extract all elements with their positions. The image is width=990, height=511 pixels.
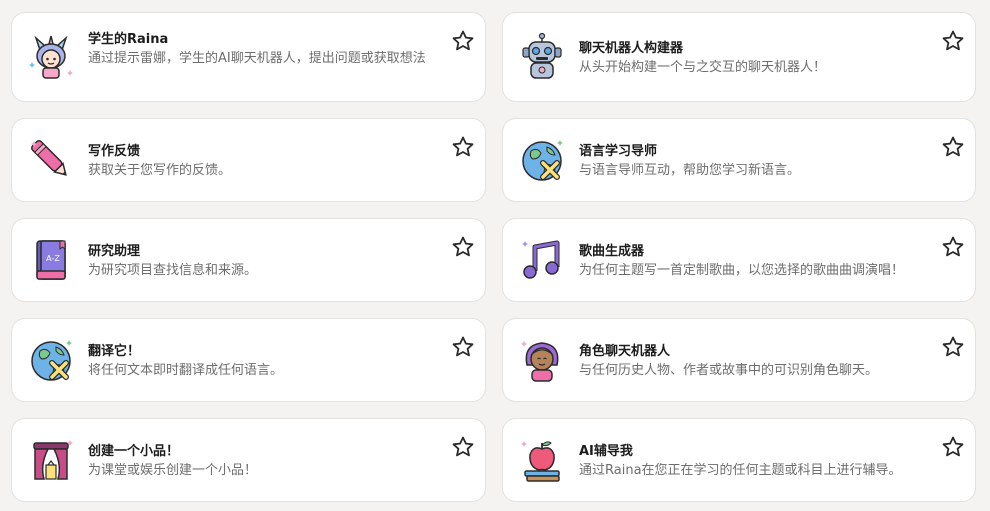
card-title: 创建一个小品！ xyxy=(88,444,180,459)
music-note-icon xyxy=(517,235,567,285)
star-icon[interactable] xyxy=(941,135,965,159)
card-description: 为课堂或娱乐创建一个小品！ xyxy=(88,463,258,478)
star-icon[interactable] xyxy=(941,435,965,459)
card-title: 聊天机器人构建器 xyxy=(579,41,684,56)
pen-icon xyxy=(26,135,76,185)
globe-icon xyxy=(26,335,76,385)
apple-books-icon xyxy=(517,435,567,485)
card-description: 与任何历史人物、作者或故事中的可识别角色聊天。 xyxy=(579,363,879,378)
tool-card-writing-feedback[interactable]: 写作反馈 获取关于您写作的反馈。 xyxy=(11,118,486,202)
tool-card-raina[interactable]: 学生的Raina 通过提示雷娜，学生的AI聊天机器人，提出问题或获取想法 xyxy=(11,12,486,102)
star-icon[interactable] xyxy=(451,435,475,459)
card-description: 通过Raina在您正在学习的任何主题或科目上进行辅导。 xyxy=(579,463,902,478)
star-icon[interactable] xyxy=(451,235,475,259)
star-icon[interactable] xyxy=(451,29,475,53)
theater-curtain-icon xyxy=(26,435,76,485)
star-icon[interactable] xyxy=(451,335,475,359)
unicorn-girl-icon xyxy=(26,32,76,82)
svg-text:A-Z: A-Z xyxy=(46,254,60,263)
card-description: 与语言导师互动，帮助您学习新语言。 xyxy=(579,163,801,178)
tool-card-chatbot-builder[interactable]: 聊天机器人构建器 从头开始构建一个与之交互的聊天机器人！ xyxy=(502,12,976,102)
tool-card-ai-tutor[interactable]: AI辅导我 通过Raina在您正在学习的任何主题或科目上进行辅导。 xyxy=(502,418,976,502)
card-title: 语言学习导师 xyxy=(579,144,658,159)
card-title: 学生的Raina xyxy=(88,32,169,47)
card-title: 研究助理 xyxy=(88,244,141,259)
card-description: 从头开始构建一个与之交互的聊天机器人！ xyxy=(579,60,827,75)
tool-card-character-chatbot[interactable]: 角色聊天机器人 与任何历史人物、作者或故事中的可识别角色聊天。 xyxy=(502,318,976,402)
book-icon: A-Z xyxy=(26,235,76,285)
tool-card-research-assistant[interactable]: A-Z 研究助理 为研究项目查找信息和来源。 xyxy=(11,218,486,302)
card-title: 写作反馈 xyxy=(88,144,141,159)
card-description: 获取关于您写作的反馈。 xyxy=(88,163,232,178)
card-description: 将任何文本即时翻译成任何语言。 xyxy=(88,363,284,378)
robot-icon xyxy=(517,32,567,82)
tool-card-translate-it[interactable]: 翻译它！ 将任何文本即时翻译成任何语言。 xyxy=(11,318,486,402)
card-title: 歌曲生成器 xyxy=(579,244,645,259)
globe-icon xyxy=(517,135,567,185)
tool-card-create-skit[interactable]: 创建一个小品！ 为课堂或娱乐创建一个小品！ xyxy=(11,418,486,502)
tool-card-song-generator[interactable]: 歌曲生成器 为任何主题写一首定制歌曲，以您选择的歌曲曲调演唱！ xyxy=(502,218,976,302)
card-title: AI辅导我 xyxy=(579,444,633,459)
card-description: 通过提示雷娜，学生的AI聊天机器人，提出问题或获取想法 xyxy=(88,51,426,66)
card-description: 为研究项目查找信息和来源。 xyxy=(88,263,258,278)
star-icon[interactable] xyxy=(941,235,965,259)
tool-card-language-tutor[interactable]: 语言学习导师 与语言导师互动，帮助您学习新语言。 xyxy=(502,118,976,202)
star-icon[interactable] xyxy=(941,29,965,53)
card-title: 翻译它！ xyxy=(88,344,141,359)
card-description: 为任何主题写一首定制歌曲，以您选择的歌曲曲调演唱！ xyxy=(579,263,905,278)
star-icon[interactable] xyxy=(451,135,475,159)
star-icon[interactable] xyxy=(941,335,965,359)
character-girl-icon xyxy=(517,335,567,385)
card-title: 角色聊天机器人 xyxy=(579,344,671,359)
